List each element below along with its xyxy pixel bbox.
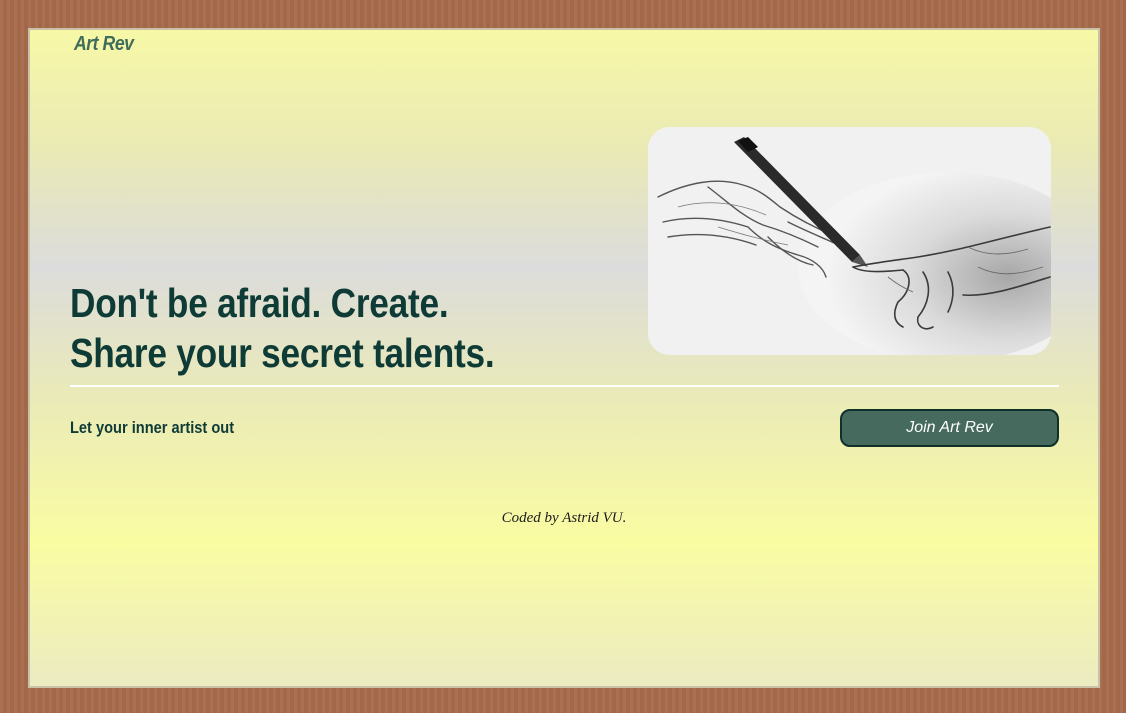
section-divider <box>70 385 1059 387</box>
hero-headline: Don't be afraid. Create. Share your secr… <box>70 278 495 378</box>
site-logo[interactable]: Art Rev <box>74 33 134 56</box>
footer-credit: Coded by Astrid VU. <box>501 510 627 526</box>
wooden-frame: Art Rev Don't be afraid. Create. Share y… <box>0 0 1126 713</box>
join-art-rev-button[interactable]: Join Art Rev <box>840 409 1059 447</box>
hero-image-hands-drawing <box>648 127 1051 355</box>
headline-line-1: Don't be afraid. Create. <box>70 280 449 326</box>
tagline-text: Let your inner artist out <box>70 418 235 437</box>
headline-line-2: Share your secret talents. <box>70 330 495 376</box>
page-canvas: Art Rev Don't be afraid. Create. Share y… <box>28 28 1100 688</box>
hands-sketch-illustration <box>648 127 1051 355</box>
